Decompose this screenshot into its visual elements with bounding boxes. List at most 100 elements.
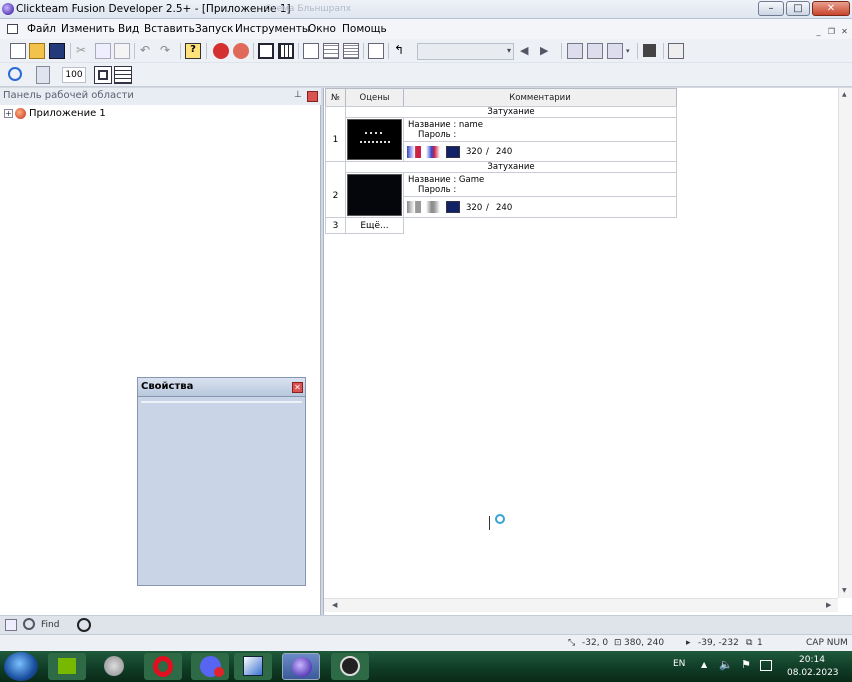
flag-icon[interactable]: ⚑ bbox=[741, 658, 751, 671]
horizontal-scrollbar[interactable]: ◀ ▶ bbox=[324, 598, 838, 612]
next-frame-icon[interactable]: ▶ bbox=[540, 44, 556, 60]
paint-app-button[interactable] bbox=[234, 653, 272, 680]
fade-in-icon[interactable] bbox=[407, 201, 421, 213]
search-icon[interactable] bbox=[23, 618, 35, 630]
fade-out-icon[interactable] bbox=[426, 201, 440, 213]
find-input[interactable]: Find bbox=[37, 618, 71, 633]
fade-in-icon[interactable] bbox=[407, 146, 421, 158]
volume-icon[interactable]: 🔈 bbox=[719, 658, 733, 671]
prev-frame-icon[interactable]: ◀ bbox=[520, 44, 536, 60]
frame-name-label[interactable]: Название : Game bbox=[408, 175, 484, 185]
zoom-icon[interactable] bbox=[8, 67, 22, 81]
frame-password-label[interactable]: Пароль : bbox=[418, 185, 456, 195]
list-view-icon[interactable] bbox=[114, 66, 132, 84]
menu-insert[interactable]: Вставить bbox=[144, 23, 195, 35]
mdi-close-icon[interactable]: ✕ bbox=[839, 27, 850, 37]
build-icon[interactable] bbox=[668, 43, 684, 59]
opera-button[interactable] bbox=[144, 653, 182, 680]
undo-icon[interactable]: ↶ bbox=[140, 43, 156, 59]
data-elements-icon[interactable] bbox=[343, 43, 359, 59]
tree-root-label[interactable]: Приложение 1 bbox=[29, 108, 106, 119]
menu-window[interactable]: Окно bbox=[308, 23, 336, 35]
clock-date[interactable]: 08.02.2023 bbox=[787, 668, 839, 678]
frame-selector-combo[interactable]: ▾ bbox=[417, 43, 514, 60]
frame-width[interactable]: 320 bbox=[466, 147, 482, 157]
text-tool-icon[interactable]: ↰ bbox=[394, 43, 410, 59]
redo-icon[interactable]: ↷ bbox=[160, 43, 176, 59]
network-icon[interactable] bbox=[760, 660, 772, 671]
status-position: -32, 0 bbox=[582, 638, 609, 648]
forward-arrow-icon[interactable] bbox=[233, 43, 249, 59]
layer-menu-icon[interactable] bbox=[607, 43, 623, 59]
properties-icon[interactable] bbox=[368, 43, 384, 59]
frame-thumbnail-cell[interactable] bbox=[345, 117, 404, 162]
chevron-down-icon[interactable]: ▾ bbox=[626, 47, 630, 55]
grid-view-icon[interactable] bbox=[94, 66, 112, 84]
scroll-up-icon[interactable]: ▲ bbox=[842, 91, 847, 98]
maximize-button[interactable]: □ bbox=[786, 1, 810, 16]
copy-icon[interactable] bbox=[95, 43, 111, 59]
nvidia-app-button[interactable] bbox=[48, 653, 86, 680]
frame-thumbnail bbox=[347, 119, 402, 160]
frame-name-label[interactable]: Название : name bbox=[408, 120, 483, 130]
frame-thumbnail-cell[interactable] bbox=[345, 172, 404, 218]
properties-divider bbox=[141, 401, 302, 403]
toolbar-separator bbox=[388, 43, 389, 59]
frame-editor-icon[interactable] bbox=[278, 43, 294, 59]
frame-password-label[interactable]: Пароль : bbox=[418, 130, 456, 140]
menu-file[interactable]: Файл bbox=[27, 23, 56, 35]
cut-icon[interactable]: ✂ bbox=[76, 43, 92, 59]
menu-run[interactable]: Запуск bbox=[195, 23, 233, 35]
scroll-down-icon[interactable]: ▼ bbox=[842, 587, 847, 594]
app-icon[interactable] bbox=[2, 3, 14, 15]
event-editor-icon[interactable] bbox=[303, 43, 319, 59]
back-arrow-icon[interactable] bbox=[213, 43, 229, 59]
fusion-active-button[interactable] bbox=[282, 653, 320, 680]
notification-badge bbox=[214, 667, 224, 677]
new-file-icon[interactable] bbox=[10, 43, 26, 59]
stop-icon[interactable] bbox=[643, 44, 656, 57]
column-header-thumbnail: Оцены bbox=[345, 88, 404, 107]
layer-icon[interactable] bbox=[567, 43, 583, 59]
history-icon[interactable] bbox=[77, 618, 91, 632]
paste-icon[interactable] bbox=[114, 43, 130, 59]
menu-view[interactable]: Вид bbox=[118, 23, 139, 35]
open-folder-icon[interactable] bbox=[29, 43, 45, 59]
zoom-slider-thumb[interactable] bbox=[36, 66, 50, 84]
clock-time[interactable]: 20:14 bbox=[799, 655, 825, 665]
vertical-scrollbar[interactable]: ▲ ▼ bbox=[838, 88, 852, 598]
layer-up-icon[interactable] bbox=[587, 43, 603, 59]
speaker-app-button[interactable] bbox=[95, 653, 133, 680]
tray-expand-icon[interactable]: ▲ bbox=[701, 660, 707, 669]
fade-out-icon[interactable] bbox=[426, 146, 440, 158]
frame-height[interactable]: 240 bbox=[496, 203, 512, 213]
frame-width[interactable]: 320 bbox=[466, 203, 482, 213]
scroll-left-icon[interactable]: ◀ bbox=[332, 601, 337, 609]
options-icon[interactable] bbox=[5, 619, 17, 631]
menu-tools[interactable]: Инструменты bbox=[235, 23, 310, 35]
zoom-value-field[interactable]: 100 bbox=[62, 67, 86, 83]
save-icon[interactable] bbox=[49, 43, 65, 59]
start-button[interactable] bbox=[4, 652, 38, 681]
event-list-icon[interactable] bbox=[323, 43, 339, 59]
status-bar: ⤡ -32, 0 ⊡ 380, 240 ▸ -39, -232 ⧉ 1 CAP … bbox=[0, 634, 852, 651]
obs-button[interactable] bbox=[331, 653, 369, 680]
mdi-restore-icon[interactable]: ❐ bbox=[826, 27, 837, 37]
more-frames-button[interactable]: Ещё... bbox=[345, 217, 404, 234]
pin-icon[interactable]: ⊥ bbox=[294, 90, 302, 100]
frame-height[interactable]: 240 bbox=[496, 147, 512, 157]
language-indicator[interactable]: EN bbox=[673, 659, 685, 669]
panel-close-icon[interactable] bbox=[307, 91, 318, 102]
storyboard-icon[interactable] bbox=[258, 43, 274, 59]
menu-help[interactable]: Помощь bbox=[342, 23, 387, 35]
close-button[interactable]: ✕ bbox=[812, 1, 850, 16]
expand-icon[interactable]: + bbox=[4, 109, 13, 118]
mdi-doc-icon[interactable] bbox=[7, 24, 18, 34]
discord-button[interactable] bbox=[191, 653, 229, 680]
menu-edit[interactable]: Изменить bbox=[61, 23, 115, 35]
close-icon[interactable]: ✕ bbox=[292, 382, 303, 393]
help-icon[interactable]: ? bbox=[185, 43, 201, 59]
minimize-button[interactable]: – bbox=[758, 1, 784, 16]
scroll-right-icon[interactable]: ▶ bbox=[826, 601, 831, 609]
mdi-minimize-icon[interactable]: _ bbox=[813, 27, 824, 37]
